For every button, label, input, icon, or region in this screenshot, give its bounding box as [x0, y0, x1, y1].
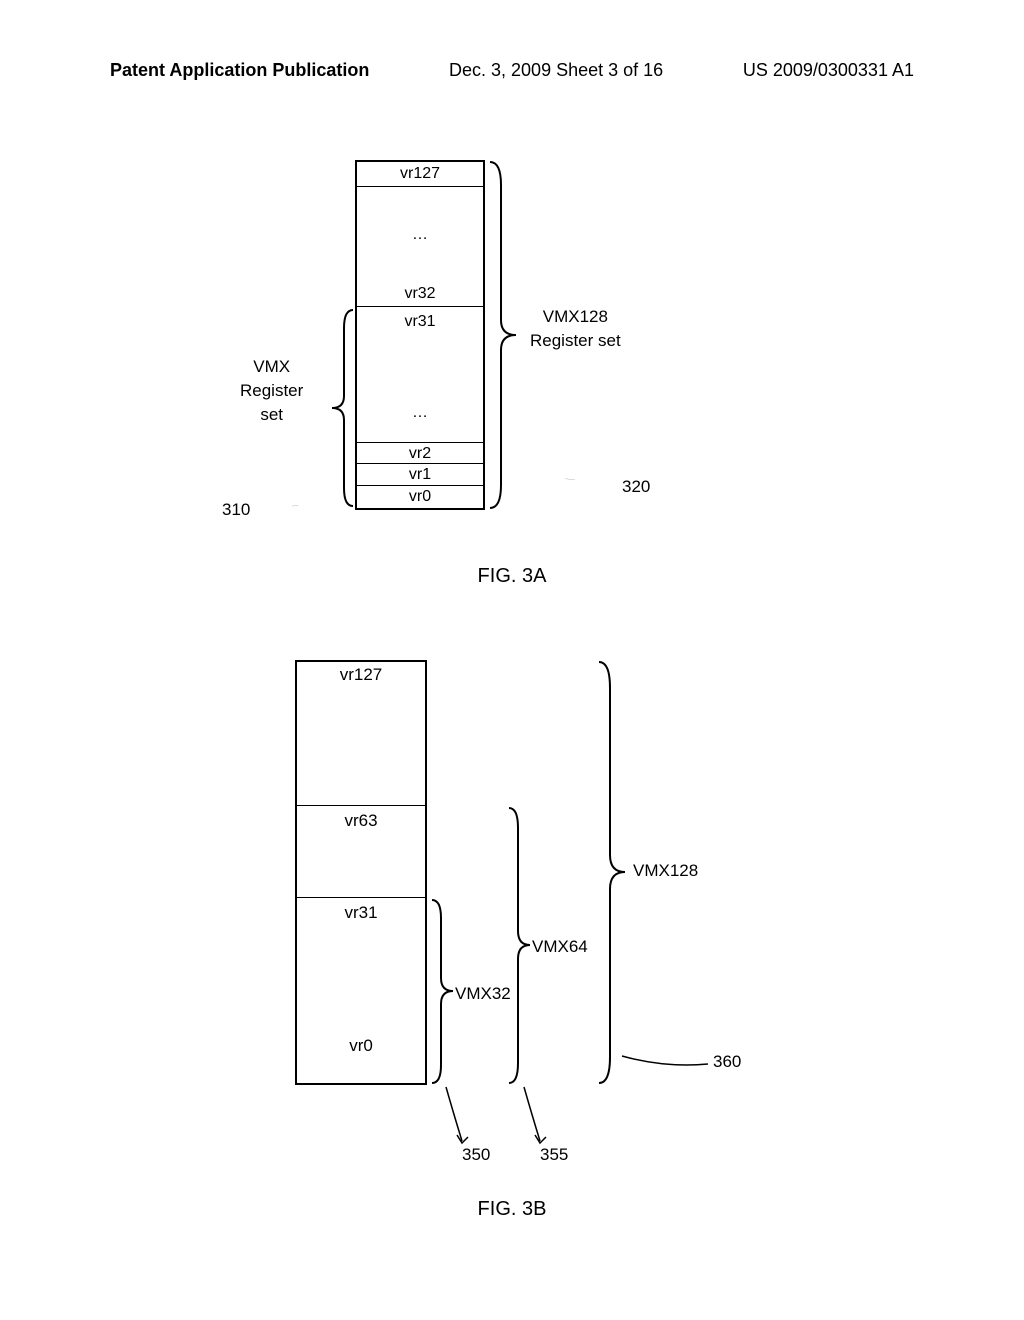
register-vr1: vr1	[357, 464, 483, 486]
reference-360: 360	[713, 1052, 741, 1072]
brace-left-icon	[330, 308, 355, 508]
register-vr31-b: vr31	[297, 898, 425, 926]
figure-3a: vr127 … vr32 vr31 … vr2 vr1 vr0 VMX Regi…	[0, 160, 1024, 590]
ellipsis-top: …	[357, 187, 483, 282]
vmx128-register-set-label: VMX128 Register set	[530, 305, 621, 353]
reference-320: 320	[622, 477, 650, 497]
register-vr127-b: vr127	[297, 662, 425, 687]
register-vr127: vr127	[357, 162, 483, 187]
vmx32-label: VMX32	[455, 984, 511, 1004]
leader-line-360	[620, 1050, 710, 1070]
vmx-register-set-label: VMX Register set	[240, 355, 303, 426]
gap-1	[297, 687, 425, 806]
gap-3	[297, 926, 425, 1036]
register-vr63: vr63	[297, 806, 425, 834]
brace-vmx32-icon	[430, 898, 455, 1085]
brace-right-icon	[488, 160, 518, 510]
figure-3a-caption: FIG. 3A	[0, 565, 1024, 588]
header-doc-number: US 2009/0300331 A1	[743, 60, 914, 81]
figure-3b: vr127 vr63 vr31 vr0 VMX32 VMX64 VMX128 3…	[0, 660, 1024, 1220]
reference-355: 355	[540, 1145, 568, 1165]
register-vr2: vr2	[357, 442, 483, 464]
page-header: Patent Application Publication Dec. 3, 2…	[0, 60, 1024, 81]
header-publication: Patent Application Publication	[110, 60, 369, 81]
ellipsis-bottom: …	[357, 337, 483, 442]
register-stack-3a: vr127 … vr32 vr31 … vr2 vr1 vr0	[355, 160, 485, 510]
reference-350: 350	[462, 1145, 490, 1165]
brace-vmx64-icon	[507, 806, 532, 1085]
leader-line-310	[260, 505, 330, 507]
register-vr0: vr0	[357, 486, 483, 508]
register-vr32: vr32	[357, 282, 483, 307]
brace-vmx128-icon	[597, 660, 627, 1085]
vmx64-label: VMX64	[532, 937, 588, 957]
register-vr0-b: vr0	[297, 1036, 425, 1061]
reference-310: 310	[222, 500, 250, 520]
header-sheet-info: Dec. 3, 2009 Sheet 3 of 16	[449, 60, 663, 81]
leader-line-320	[520, 478, 620, 480]
leader-line-350	[442, 1085, 472, 1145]
figure-3b-caption: FIG. 3B	[0, 1198, 1024, 1221]
gap-2	[297, 834, 425, 898]
vmx128-label-b: VMX128	[633, 861, 698, 881]
leader-line-355	[520, 1085, 550, 1145]
register-vr31: vr31	[357, 307, 483, 337]
register-stack-3b: vr127 vr63 vr31 vr0	[295, 660, 427, 1085]
